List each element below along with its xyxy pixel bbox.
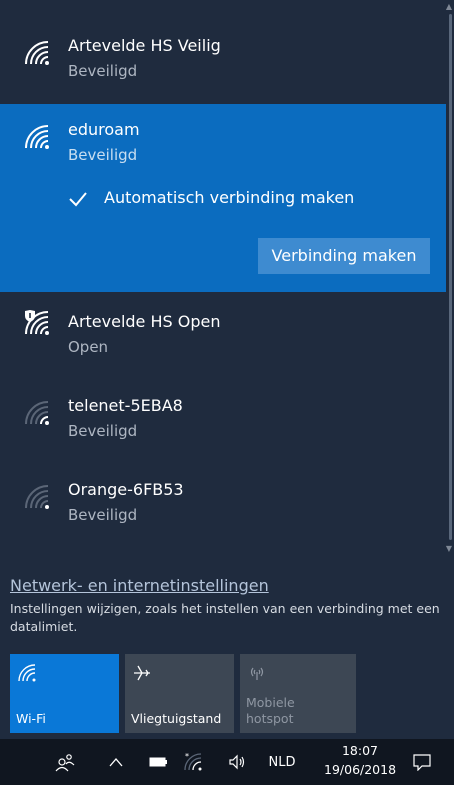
wifi-signal-weak-icon xyxy=(25,401,49,425)
chevron-up-icon[interactable] xyxy=(104,739,128,785)
airplane-icon xyxy=(134,665,150,681)
network-name: Artevelde HS Veilig xyxy=(68,36,221,55)
wifi-signal-strong-icon xyxy=(25,125,49,149)
auto-connect-label: Automatisch verbinding maken xyxy=(104,188,355,207)
scroll-up-arrow-icon[interactable]: ▲ xyxy=(445,2,453,12)
battery-icon[interactable] xyxy=(146,739,170,785)
network-status: Beveiligd xyxy=(68,146,138,164)
scrollbar[interactable]: ▲ ▼ xyxy=(446,0,454,560)
network-name: eduroam xyxy=(68,120,140,139)
svg-text:*: * xyxy=(185,753,189,761)
network-status: Beveiligd xyxy=(68,506,138,524)
clock-date: 19/06/2018 xyxy=(324,762,397,777)
tile-label: Vliegtuigstand xyxy=(131,711,222,726)
people-icon[interactable] xyxy=(50,739,80,785)
network-name: Artevelde HS Open xyxy=(68,312,221,331)
connect-button[interactable]: Verbinding maken xyxy=(258,238,430,274)
network-name: telenet-5EBA8 xyxy=(68,396,183,415)
network-settings-description: Instellingen wijzigen, zoals het instell… xyxy=(10,601,440,634)
scroll-thumb[interactable] xyxy=(449,14,452,540)
action-center-icon[interactable] xyxy=(406,739,438,785)
quick-action-airplane-mode[interactable]: Vliegtuigstand xyxy=(125,654,234,733)
network-item-artevelde-hs-veilig[interactable]: Artevelde HS Veilig Beveiligd xyxy=(0,20,446,100)
wifi-open-shield-icon xyxy=(25,310,49,335)
network-status: Beveiligd xyxy=(68,62,138,80)
scroll-down-arrow-icon[interactable]: ▼ xyxy=(445,544,453,554)
clock[interactable]: 18:07 19/06/2018 xyxy=(324,741,396,779)
tile-label: Wi-Fi xyxy=(16,711,46,726)
quick-action-mobile-hotspot[interactable]: Mobiele hotspot xyxy=(240,654,356,733)
tile-label: Mobiele hotspot xyxy=(246,695,295,726)
quick-action-wifi[interactable]: Wi-Fi xyxy=(10,654,119,733)
network-flyout: ▲ ▼ Artevelde HS Veilig Beveiligd eduroa… xyxy=(0,0,454,739)
language-indicator[interactable]: NLD xyxy=(262,739,302,785)
wifi-signal-weak-icon xyxy=(25,485,49,509)
network-name: Orange-6FB53 xyxy=(68,480,184,499)
network-status: Beveiligd xyxy=(68,422,138,440)
wifi-signal-strong-icon xyxy=(25,41,49,65)
wifi-icon[interactable]: * xyxy=(180,739,206,785)
network-status: Open xyxy=(68,338,109,356)
clock-time: 18:07 xyxy=(341,743,379,758)
network-settings-link[interactable]: Netwerk- en internetinstellingen xyxy=(10,576,269,595)
network-item-orange-6fb53[interactable]: Orange-6FB53 Beveiligd xyxy=(0,464,446,544)
network-item-eduroam[interactable]: eduroam Beveiligd Automatisch verbinding… xyxy=(0,104,446,292)
checkmark-icon[interactable] xyxy=(68,189,88,209)
wifi-icon xyxy=(18,664,36,682)
hotspot-icon xyxy=(250,667,264,680)
language-label: NLD xyxy=(268,754,296,770)
network-item-artevelde-hs-open[interactable]: Artevelde HS Open Open xyxy=(0,296,446,376)
taskbar: * NLD 18:07 19/06/2018 xyxy=(0,739,454,785)
volume-icon[interactable] xyxy=(224,739,250,785)
network-item-telenet-5eba8[interactable]: telenet-5EBA8 Beveiligd xyxy=(0,380,446,460)
